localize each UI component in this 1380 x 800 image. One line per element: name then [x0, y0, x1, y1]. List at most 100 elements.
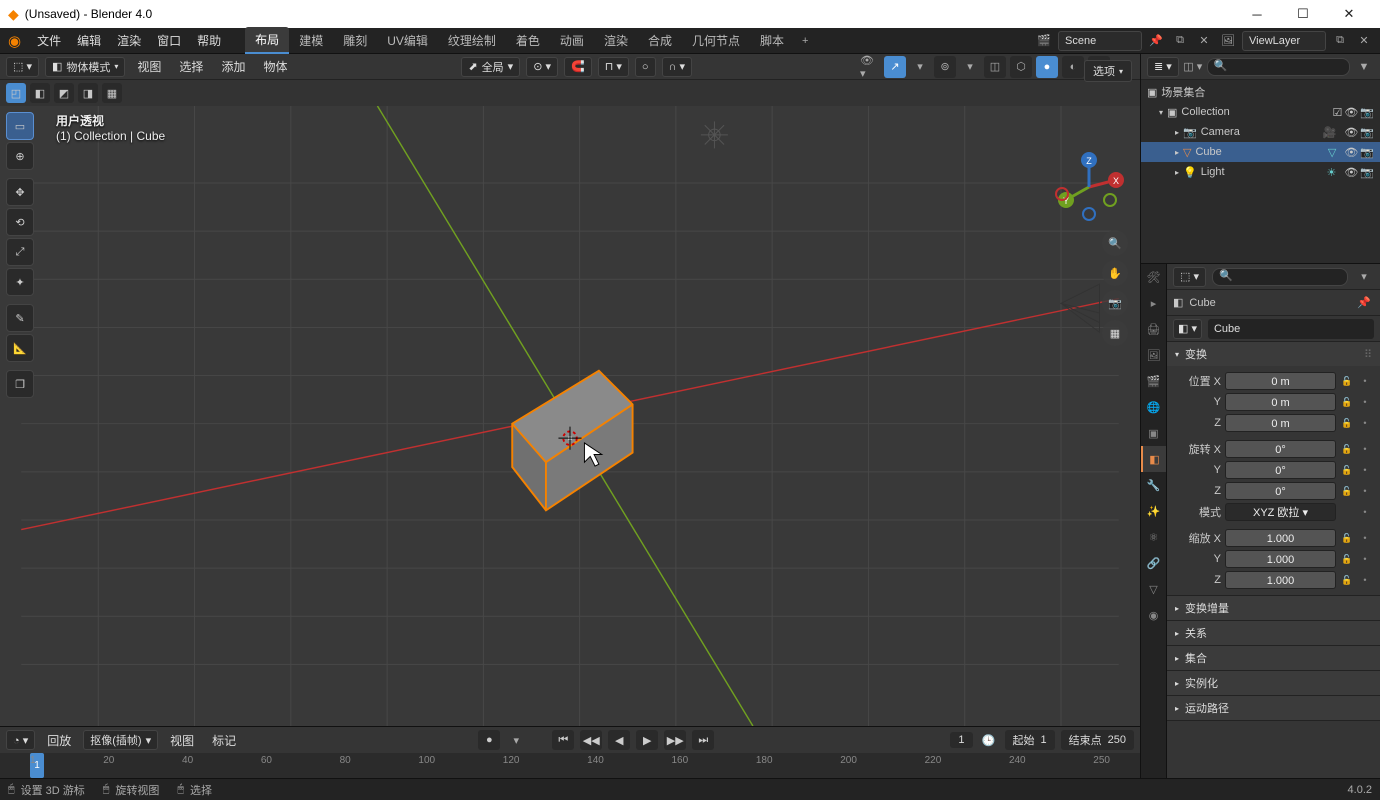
panel-relations-header[interactable]: ▸关系: [1167, 621, 1380, 645]
scene-browse-icon[interactable]: 🎬: [1034, 31, 1054, 51]
viewport-menu-object[interactable]: 物体: [257, 55, 293, 78]
viewport-menu-view[interactable]: 视图: [131, 55, 167, 78]
scene-remove-icon[interactable]: ✕: [1194, 31, 1214, 51]
timeline-view[interactable]: 视图: [164, 729, 200, 752]
panel-transform-header[interactable]: ▾变换⠿: [1167, 342, 1380, 366]
scale-z-field[interactable]: 1.000: [1225, 571, 1336, 589]
tab-world[interactable]: 🌐: [1141, 394, 1166, 420]
keyframe-dot[interactable]: •: [1358, 416, 1372, 430]
timeline-ruler[interactable]: 1 12040 6080100 120140160 180200220 2402…: [0, 753, 1140, 778]
viewport-menu-select[interactable]: 选择: [173, 55, 209, 78]
play-reverse[interactable]: ◀: [608, 730, 630, 750]
tab-anim[interactable]: 动画: [550, 28, 594, 53]
timeline-keying[interactable]: 抠像(插帧) ▾: [83, 730, 158, 750]
rot-z-field[interactable]: 0°: [1225, 482, 1336, 500]
tab-render[interactable]: 渲染: [594, 28, 638, 53]
lock-icon[interactable]: 🔓: [1340, 395, 1354, 409]
tab-modeling[interactable]: 建模: [289, 28, 333, 53]
lock-icon[interactable]: 🔓: [1340, 416, 1354, 430]
pan-icon[interactable]: ✋: [1102, 260, 1128, 286]
lock-icon[interactable]: 🔓: [1340, 484, 1354, 498]
pos-x-field[interactable]: 0 m: [1225, 372, 1336, 390]
pos-y-field[interactable]: 0 m: [1225, 393, 1336, 411]
panel-delta-header[interactable]: ▸变换增量: [1167, 596, 1380, 620]
tool-measure[interactable]: 📐: [6, 334, 34, 362]
lock-icon[interactable]: 🔓: [1340, 552, 1354, 566]
tab-render[interactable]: ▸: [1141, 290, 1166, 316]
tab-geonodes[interactable]: 几何节点: [682, 28, 750, 53]
keyframe-dot[interactable]: •: [1358, 531, 1372, 545]
scene-add-icon[interactable]: ⧉: [1170, 31, 1190, 51]
menu-help[interactable]: 帮助: [189, 28, 229, 53]
proportional-toggle[interactable]: ○: [635, 57, 656, 77]
tool-move[interactable]: ✥: [6, 178, 34, 206]
zoom-icon[interactable]: 🔍: [1102, 230, 1128, 256]
keyframe-dot[interactable]: •: [1358, 463, 1372, 477]
panel-motion-header[interactable]: ▸运动路径: [1167, 696, 1380, 720]
tab-material[interactable]: ◉: [1141, 602, 1166, 628]
snap-toggle[interactable]: 🧲: [564, 57, 592, 77]
lock-icon[interactable]: 🔓: [1340, 531, 1354, 545]
camera-view-icon[interactable]: 📷: [1102, 290, 1128, 316]
viewlayer-add-icon[interactable]: ⧉: [1330, 31, 1350, 51]
gizmo-toggle[interactable]: ↗: [884, 56, 906, 78]
tab-mesh[interactable]: ▽: [1141, 576, 1166, 602]
properties-options[interactable]: ▾: [1354, 267, 1374, 287]
render-icon[interactable]: 📷: [1360, 166, 1374, 179]
autokey-toggle[interactable]: ●: [478, 730, 500, 750]
eye-icon[interactable]: 👁: [1344, 166, 1358, 179]
gizmo-dropdown[interactable]: ▾: [910, 57, 930, 77]
datablock-dropdown[interactable]: ◧ ▾: [1173, 319, 1202, 339]
lock-icon[interactable]: 🔓: [1340, 442, 1354, 456]
shading-wire[interactable]: ⬡: [1010, 56, 1032, 78]
scale-y-field[interactable]: 1.000: [1225, 550, 1336, 568]
rotation-mode-dropdown[interactable]: XYZ 欧拉 ▾: [1225, 503, 1336, 521]
menu-window[interactable]: 窗口: [149, 28, 189, 53]
tree-scene-collection[interactable]: ▣ 场景集合: [1141, 82, 1380, 102]
lock-icon[interactable]: 🔓: [1340, 573, 1354, 587]
minimize-button[interactable]: ─: [1234, 0, 1280, 28]
tree-item-camera[interactable]: ▸ 📷 Camera 🎥 👁📷: [1141, 122, 1380, 142]
maximize-button[interactable]: ☐: [1280, 0, 1326, 28]
tree-item-light[interactable]: ▸ 💡 Light ☀ 👁📷: [1141, 162, 1380, 182]
viewlayer-remove-icon[interactable]: ✕: [1354, 31, 1374, 51]
add-workspace-button[interactable]: +: [794, 31, 816, 51]
tab-shading[interactable]: 着色: [506, 28, 550, 53]
outliner-search[interactable]: 🔍: [1207, 58, 1350, 76]
jump-end[interactable]: ⏭: [692, 730, 714, 750]
tab-scene[interactable]: 🎬: [1141, 368, 1166, 394]
tree-collection[interactable]: ▾ ▣ Collection ☑👁📷: [1141, 102, 1380, 122]
scale-x-field[interactable]: 1.000: [1225, 529, 1336, 547]
tab-output[interactable]: 🖨: [1141, 316, 1166, 342]
tool-transform[interactable]: ✦: [6, 268, 34, 296]
tool-rotate[interactable]: ⟲: [6, 208, 34, 236]
xray-toggle[interactable]: ◫: [984, 56, 1006, 78]
shading-solid[interactable]: ●: [1036, 56, 1058, 78]
play[interactable]: ▶: [636, 730, 658, 750]
mode-dropdown[interactable]: ◧物体模式 ▾: [45, 57, 125, 77]
outliner-editor-dropdown[interactable]: ≣ ▾: [1147, 57, 1179, 77]
overlay-toggle[interactable]: ⊚: [934, 56, 956, 78]
object-name-input[interactable]: Cube: [1208, 319, 1374, 339]
clock-icon[interactable]: 🕒: [979, 730, 999, 750]
select-mode-tweak[interactable]: ◰: [6, 83, 26, 103]
jump-prev-key[interactable]: ◀◀: [580, 730, 602, 750]
viewlayer-browse-icon[interactable]: 🖼: [1218, 31, 1238, 51]
pivot-dropdown[interactable]: ⊙ ▾: [526, 57, 558, 77]
tool-cursor[interactable]: ⊕: [6, 142, 34, 170]
proportional-options-dropdown[interactable]: ∩ ▾: [662, 57, 692, 77]
visibility-dropdown[interactable]: 👁 ▾: [860, 57, 880, 77]
timeline-playback[interactable]: 回放: [41, 729, 77, 752]
scene-name-input[interactable]: [1058, 31, 1142, 51]
tab-modifiers[interactable]: 🔧: [1141, 472, 1166, 498]
tool-annotate[interactable]: ✎: [6, 304, 34, 332]
keyframe-dot[interactable]: •: [1358, 374, 1372, 388]
menu-file[interactable]: 文件: [29, 28, 69, 53]
lock-icon[interactable]: 🔓: [1340, 463, 1354, 477]
keyframe-dot[interactable]: •: [1358, 484, 1372, 498]
shading-matprev[interactable]: ◐: [1062, 56, 1084, 78]
menu-edit[interactable]: 编辑: [69, 28, 109, 53]
timeline-marker[interactable]: 标记: [206, 729, 242, 752]
tool-scale[interactable]: ⤢: [6, 238, 34, 266]
render-icon[interactable]: 📷: [1360, 146, 1374, 159]
